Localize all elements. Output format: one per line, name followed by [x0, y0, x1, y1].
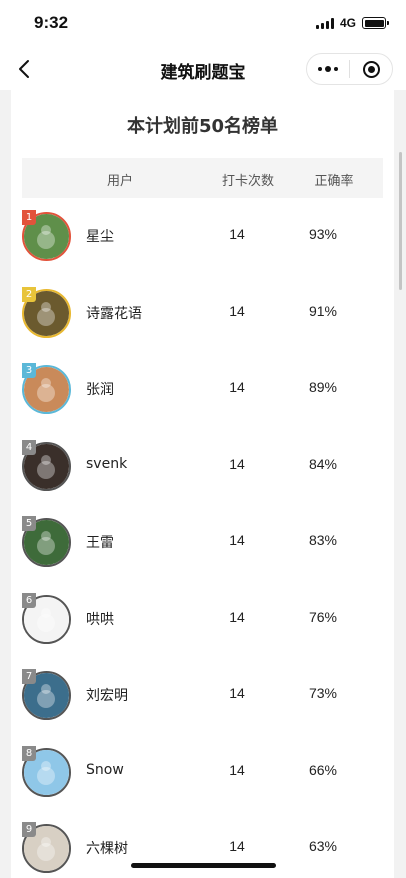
accuracy-rate: 73% — [308, 685, 338, 701]
user-name: 六棵树 — [86, 841, 128, 857]
battery-icon — [362, 17, 389, 29]
checkin-count: 14 — [229, 838, 245, 854]
accuracy-rate: 63% — [308, 838, 338, 854]
status-icons: 4G — [315, 16, 389, 30]
checkin-count: 14 — [229, 455, 245, 472]
rank-badge: 9 — [22, 822, 36, 837]
home-indicator — [131, 863, 276, 868]
table-header: 用户 打卡次数 正确率 — [22, 158, 383, 198]
checkin-count: 14 — [229, 761, 245, 778]
accuracy-rate: 93% — [308, 226, 338, 242]
user-name: 刘宏明 — [86, 688, 128, 704]
rank-badge: 6 — [22, 592, 36, 608]
more-dots-icon — [318, 66, 338, 72]
rank-badge: 7 — [22, 669, 36, 684]
rank-badge: 5 — [22, 516, 36, 531]
leaderboard-row[interactable]: 9 六棵树 14 63% — [11, 822, 394, 878]
leaderboard-row[interactable]: 3 张润 14 89% — [11, 363, 394, 439]
nav-bar: 建筑刷题宝 — [0, 48, 406, 90]
status-time: 9:32 — [34, 13, 69, 32]
rank-badge: 4 — [22, 439, 36, 455]
accuracy-rate: 89% — [308, 379, 338, 395]
checkin-count: 14 — [229, 685, 245, 701]
status-bar: 9:32 4G — [0, 0, 406, 48]
accuracy-rate: 76% — [308, 608, 338, 625]
accuracy-rate: 83% — [308, 532, 338, 548]
checkin-count: 14 — [229, 302, 245, 319]
user-name: svenk — [86, 455, 128, 472]
leaderboard-row[interactable]: 4 svenk 14 84% — [11, 439, 394, 516]
target-icon — [362, 60, 380, 78]
leaderboard-row[interactable]: 1 星尘 14 93% — [11, 210, 394, 286]
rank-badge: 8 — [22, 745, 36, 761]
leaderboard-row[interactable]: 5 王雷 14 83% — [11, 516, 394, 592]
scrollbar[interactable] — [399, 152, 402, 290]
user-name: 哄哄 — [86, 611, 114, 628]
close-button[interactable] — [350, 54, 392, 84]
checkin-count: 14 — [229, 608, 245, 625]
column-user: 用户 — [106, 174, 133, 189]
checkin-count: 14 — [229, 379, 245, 395]
leaderboard-title: 本计划前50名榜单 — [126, 116, 279, 137]
user-name: 诗露花语 — [86, 305, 142, 322]
accuracy-rate: 91% — [308, 302, 338, 319]
leaderboard-row[interactable]: 7 刘宏明 14 73% — [11, 669, 394, 745]
more-button[interactable] — [307, 54, 349, 84]
accuracy-rate: 84% — [308, 455, 338, 472]
checkin-count: 14 — [229, 226, 245, 242]
column-count: 打卡次数 — [221, 174, 274, 189]
signal-icon — [315, 17, 334, 29]
user-name: 张润 — [86, 382, 114, 398]
rank-badge: 2 — [22, 286, 36, 302]
column-rate: 正确率 — [314, 174, 354, 189]
leaderboard-row[interactable]: 6 哄哄 14 76% — [11, 592, 394, 669]
user-name: 星尘 — [86, 229, 114, 245]
network-label: 4G — [339, 16, 356, 30]
accuracy-rate: 66% — [308, 761, 338, 778]
leaderboard-row[interactable]: 8 Snow 14 66% — [11, 745, 394, 822]
rank-badge: 3 — [22, 363, 36, 378]
user-name: Snow — [86, 761, 124, 778]
checkin-count: 14 — [229, 532, 245, 548]
leaderboard-card: 本计划前50名榜单 用户 打卡次数 正确率 1 星尘 14 93% 2 诗露花语 14 91%… — [11, 90, 394, 878]
user-name: 王雷 — [86, 535, 114, 551]
mini-program-capsule — [306, 53, 393, 85]
rank-badge: 1 — [22, 210, 36, 225]
leaderboard-row[interactable]: 2 诗露花语 14 91% — [11, 286, 394, 363]
